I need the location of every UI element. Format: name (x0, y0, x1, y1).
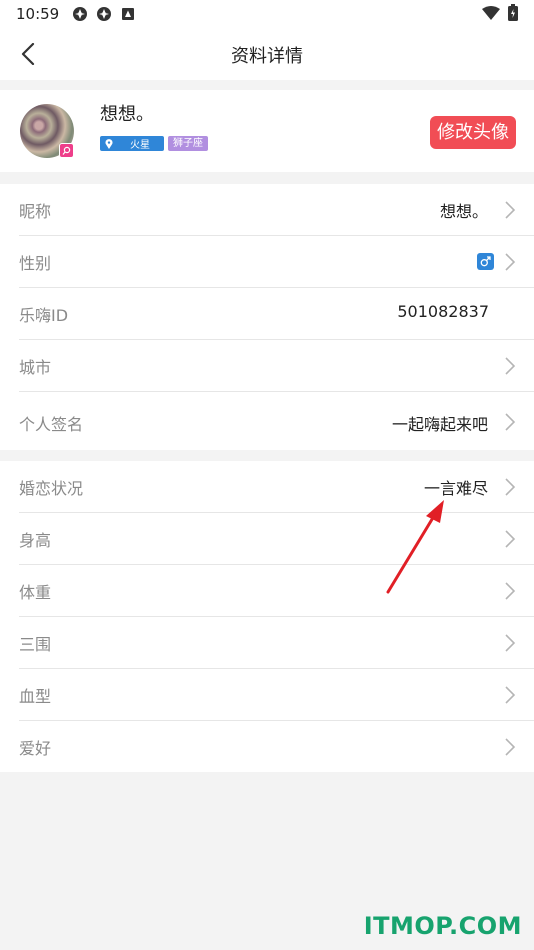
hobbies-row[interactable]: 爱好 (19, 721, 534, 773)
marital-status-row[interactable]: 婚恋状况 一言难尽 (19, 461, 534, 513)
chevron-right-icon (505, 201, 516, 219)
row-label: 乐嗨ID (19, 306, 69, 325)
battery-icon (508, 3, 518, 25)
watermark: ITMOP.COM (363, 912, 522, 940)
notification-icon (119, 5, 137, 23)
profile-nickname: 想想。 (100, 104, 154, 125)
chevron-right-icon (505, 530, 516, 548)
status-time: 10:59 (16, 5, 60, 23)
chevron-right-icon (505, 582, 516, 600)
chevron-right-icon (505, 738, 516, 756)
avatar-badge-icon (59, 143, 74, 158)
app-icon (95, 5, 113, 23)
row-value: 一起嗨起来吧 (391, 415, 488, 434)
app-icon (71, 5, 89, 23)
status-bar: 10:59 (0, 0, 534, 28)
nickname-row[interactable]: 昵称 想想。 (19, 184, 534, 236)
location-tag-label: 火星 (130, 140, 150, 151)
height-row[interactable]: 身高 (19, 513, 534, 565)
profile-header: 想想。 火星 狮子座 修改头像 (0, 90, 534, 172)
basic-info-section: 昵称 想想。 性别 乐嗨ID 501082837 城市 个人签名 一起嗨起来吧 (0, 184, 534, 450)
row-label: 性别 (19, 254, 52, 273)
row-label: 身高 (19, 531, 52, 550)
nav-bar: 资料详情 (0, 28, 534, 80)
row-label: 个人签名 (19, 415, 84, 434)
detail-info-section: 婚恋状况 一言难尽 身高 体重 三围 血型 爱好 (0, 461, 534, 772)
row-label: 血型 (19, 687, 52, 706)
gender-row[interactable]: 性别 (19, 236, 534, 288)
edit-avatar-button[interactable]: 修改头像 (430, 116, 516, 149)
row-label: 三围 (19, 635, 52, 654)
row-value: 501082837 (397, 302, 489, 321)
row-value: 想想。 (439, 202, 488, 221)
page-title: 资料详情 (231, 46, 303, 67)
row-label: 昵称 (19, 202, 52, 221)
wifi-icon (482, 5, 500, 24)
row-label: 爱好 (19, 739, 52, 758)
row-label: 城市 (19, 358, 52, 377)
row-value: 一言难尽 (423, 479, 488, 498)
chevron-right-icon (505, 686, 516, 704)
chevron-right-icon (505, 413, 516, 431)
chevron-right-icon (505, 478, 516, 496)
location-tag: 火星 (100, 136, 164, 151)
row-label: 婚恋状况 (19, 479, 84, 498)
city-row[interactable]: 城市 (19, 340, 534, 392)
blood-type-row[interactable]: 血型 (19, 669, 534, 721)
chevron-right-icon (505, 634, 516, 652)
male-icon (477, 253, 494, 270)
signature-row[interactable]: 个人签名 一起嗨起来吧 (19, 392, 534, 450)
weight-row[interactable]: 体重 (19, 565, 534, 617)
measurements-row[interactable]: 三围 (19, 617, 534, 669)
chevron-right-icon (505, 357, 516, 375)
zodiac-tag: 狮子座 (168, 136, 208, 151)
user-id-row: 乐嗨ID 501082837 (19, 288, 534, 340)
row-label: 体重 (19, 583, 52, 602)
chevron-right-icon (505, 253, 516, 271)
location-pin-icon (102, 138, 116, 149)
